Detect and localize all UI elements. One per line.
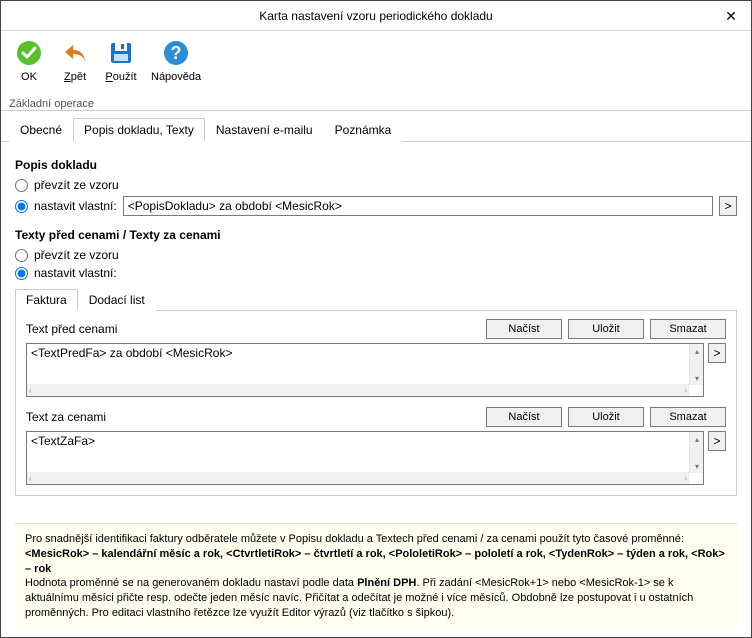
before-textarea-row: <TextPredFa> za období <MesicRok> ▴ ▾ ‹›…: [26, 343, 726, 397]
popis-radio-custom-row: nastavit vlastní: >: [15, 196, 737, 216]
close-icon: ✕: [725, 8, 737, 25]
close-button[interactable]: ✕: [711, 1, 751, 31]
popis-radio-custom-label: nastavit vlastní:: [34, 199, 117, 213]
tab-general[interactable]: Obecné: [9, 118, 73, 142]
help-label: Nápověda: [151, 71, 201, 83]
texty-radio-template-input[interactable]: [15, 249, 28, 262]
before-label: Text před cenami: [26, 322, 117, 336]
after-load-button[interactable]: Načíst: [486, 407, 562, 427]
before-save-button[interactable]: Uložit: [568, 319, 644, 339]
before-load-button[interactable]: Načíst: [486, 319, 562, 339]
scroll-up-icon[interactable]: ▴: [690, 432, 704, 446]
after-save-button[interactable]: Uložit: [568, 407, 644, 427]
before-delete-button[interactable]: Smazat: [650, 319, 726, 339]
sub-tab-dodaci[interactable]: Dodací list: [78, 289, 156, 311]
window-title: Karta nastavení vzoru periodického dokla…: [259, 9, 492, 23]
popis-radio-custom[interactable]: nastavit vlastní:: [15, 199, 117, 213]
sub-tab-faktura[interactable]: Faktura: [15, 289, 78, 311]
chevron-right-icon: >: [724, 199, 731, 213]
after-header: Text za cenami Načíst Uložit Smazat: [26, 407, 726, 427]
after-delete-button[interactable]: Smazat: [650, 407, 726, 427]
before-vscroll[interactable]: ▴ ▾: [689, 344, 703, 385]
before-hscroll[interactable]: ‹›: [27, 384, 689, 396]
scroll-left-icon[interactable]: ‹: [29, 474, 32, 483]
after-expr-button[interactable]: >: [708, 431, 726, 451]
texty-radio-custom[interactable]: nastavit vlastní:: [15, 266, 737, 280]
after-label: Text za cenami: [26, 410, 106, 424]
titlebar: Karta nastavení vzoru periodického dokla…: [1, 1, 751, 31]
popis-title: Popis dokladu: [15, 158, 737, 172]
help-line2: <MesicRok> – kalendářní měsíc a rok, <Ct…: [25, 548, 725, 575]
after-textarea-wrap: <TextZaFa> ▴ ▾ ‹›: [26, 431, 704, 485]
before-header: Text před cenami Načíst Uložit Smazat: [26, 319, 726, 339]
texty-radio-template[interactable]: převzít ze vzoru: [15, 248, 737, 262]
after-hscroll[interactable]: ‹›: [27, 472, 689, 484]
texty-radio-custom-label: nastavit vlastní:: [34, 266, 117, 280]
ok-button[interactable]: OK: [9, 35, 49, 92]
chevron-right-icon: >: [713, 346, 720, 360]
tab-note[interactable]: Poznámka: [324, 118, 403, 142]
tab-popis[interactable]: Popis dokladu, Texty: [73, 118, 205, 142]
before-expr-button[interactable]: >: [708, 343, 726, 363]
texty-radio-template-label: převzít ze vzoru: [34, 248, 119, 262]
scroll-down-icon[interactable]: ▾: [690, 371, 704, 385]
text-block-container: Text před cenami Načíst Uložit Smazat <T…: [15, 311, 737, 496]
texty-radio-custom-input[interactable]: [15, 267, 28, 280]
question-icon: ?: [160, 37, 192, 69]
scroll-left-icon[interactable]: ‹: [29, 386, 32, 395]
popis-radio-template-input[interactable]: [15, 179, 28, 192]
main-tabs: Obecné Popis dokladu, Texty Nastavení e-…: [1, 117, 751, 142]
popis-radio-template-label: převzít ze vzoru: [34, 178, 119, 192]
popis-expr-button[interactable]: >: [719, 196, 737, 216]
back-button[interactable]: Zpět: [55, 35, 95, 92]
before-block: Text před cenami Načíst Uložit Smazat <T…: [26, 319, 726, 397]
help-button[interactable]: ? Nápověda: [147, 35, 205, 92]
tab-email[interactable]: Nastavení e-mailu: [205, 118, 324, 142]
scroll-right-icon[interactable]: ›: [684, 474, 687, 483]
help-panel: Pro snadnější identifikaci faktury odběr…: [15, 523, 737, 629]
texty-title: Texty před cenami / Texty za cenami: [15, 228, 737, 242]
sub-tabs: Faktura Dodací list: [15, 288, 737, 311]
scroll-right-icon[interactable]: ›: [684, 386, 687, 395]
apply-button[interactable]: Použít: [101, 35, 141, 92]
before-buttons: Načíst Uložit Smazat: [486, 319, 726, 339]
after-buttons: Načíst Uložit Smazat: [486, 407, 726, 427]
scroll-up-icon[interactable]: ▴: [690, 344, 704, 358]
ribbon-group: OK Zpět Použít ? Nápověda Základní: [9, 35, 205, 110]
svg-text:?: ?: [171, 43, 182, 63]
scroll-down-icon[interactable]: ▾: [690, 459, 704, 473]
help-line3b: Plnění DPH: [357, 577, 416, 589]
ribbon: OK Zpět Použít ? Nápověda Základní: [1, 31, 751, 111]
undo-icon: [59, 37, 91, 69]
ok-label: OK: [21, 71, 37, 83]
popis-radio-template[interactable]: převzít ze vzoru: [15, 178, 737, 192]
check-icon: [13, 37, 45, 69]
chevron-right-icon: >: [713, 434, 720, 448]
disk-icon: [105, 37, 137, 69]
ribbon-group-label: Základní operace: [9, 98, 94, 110]
after-textarea-row: <TextZaFa> ▴ ▾ ‹› >: [26, 431, 726, 485]
popis-radio-custom-input[interactable]: [15, 200, 28, 213]
after-vscroll[interactable]: ▴ ▾: [689, 432, 703, 473]
before-textarea-wrap: <TextPredFa> za období <MesicRok> ▴ ▾ ‹›: [26, 343, 704, 397]
back-label: Zpět: [64, 71, 86, 83]
window: Karta nastavení vzoru periodického dokla…: [0, 0, 752, 638]
popis-input[interactable]: [123, 196, 713, 216]
help-line1: Pro snadnější identifikaci faktury odběr…: [25, 533, 684, 545]
help-line3a: Hodnota proměnné se na generovaném dokla…: [25, 577, 357, 589]
after-block: Text za cenami Načíst Uložit Smazat <Tex…: [26, 407, 726, 485]
content-panel: Popis dokladu převzít ze vzoru nastavit …: [1, 142, 751, 637]
apply-label: Použít: [105, 71, 136, 83]
